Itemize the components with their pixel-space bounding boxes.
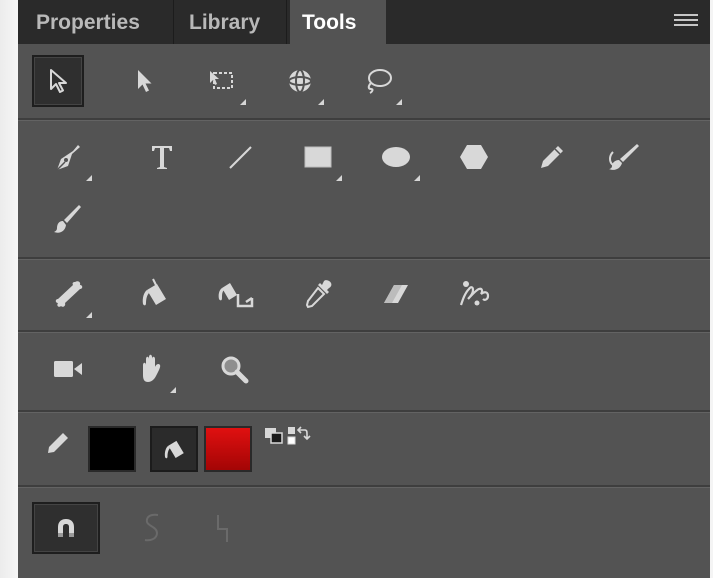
line-tool-button[interactable] — [214, 131, 266, 183]
eraser-tool-button[interactable] — [370, 268, 422, 320]
snap-to-objects-button[interactable] — [32, 502, 100, 554]
tab-library[interactable]: Library — [177, 0, 272, 44]
paint-bucket-icon — [142, 278, 166, 306]
pencil-icon — [48, 433, 68, 453]
black-white-button[interactable] — [262, 424, 286, 448]
paint-brush-tool-button[interactable] — [598, 131, 650, 183]
submenu-indicator-icon — [336, 175, 342, 181]
text-tool-button[interactable] — [136, 131, 188, 183]
tools-panel: Properties Library Tools — [18, 0, 710, 578]
pencil-tool-button[interactable] — [526, 131, 578, 183]
panel-tab-bar: Properties Library Tools — [18, 0, 710, 44]
hand-tool-button[interactable] — [126, 343, 178, 395]
zoom-tool-button[interactable] — [208, 343, 260, 395]
subselection-tool-button[interactable] — [118, 55, 170, 107]
smooth-button[interactable] — [126, 502, 178, 554]
submenu-indicator-icon — [318, 99, 324, 105]
arrow-filled-icon — [138, 70, 152, 92]
width-tool-button[interactable] — [210, 268, 262, 320]
3d-rotation-icon — [288, 69, 312, 93]
brush-icon — [54, 205, 81, 233]
eyedropper-tool-button[interactable] — [292, 268, 344, 320]
pencil-icon — [541, 146, 563, 168]
submenu-indicator-icon — [240, 99, 246, 105]
straighten-line-icon — [217, 515, 228, 542]
oval-tool-button[interactable] — [370, 131, 422, 183]
tab-separator — [286, 0, 287, 44]
asset-warp-icon — [459, 281, 490, 306]
fill-color-control[interactable] — [150, 426, 198, 472]
arrow-outline-icon — [50, 69, 67, 93]
hexagon-icon — [460, 145, 488, 169]
eraser-icon — [384, 285, 408, 303]
swap-colors-button[interactable] — [286, 424, 311, 448]
hand-icon — [143, 354, 161, 382]
stroke-color-fill — [90, 428, 134, 470]
submenu-indicator-icon — [414, 175, 420, 181]
oval-icon — [382, 147, 410, 167]
section-divider — [18, 118, 710, 121]
rectangle-icon — [304, 146, 332, 168]
submenu-indicator-icon — [86, 312, 92, 318]
paint-brush-icon — [609, 144, 639, 170]
3d-rotation-tool-button[interactable] — [274, 55, 326, 107]
tab-tools[interactable]: Tools — [290, 0, 386, 44]
stroke-color-control[interactable] — [38, 420, 78, 466]
section-divider — [18, 330, 710, 333]
submenu-indicator-icon — [396, 99, 402, 105]
smooth-curve-icon — [144, 513, 159, 542]
magnet-icon — [58, 519, 74, 537]
fill-color-swatch[interactable] — [204, 426, 252, 472]
section-divider — [18, 485, 710, 488]
black-white-icon — [265, 428, 283, 444]
polystar-tool-button[interactable] — [448, 131, 500, 183]
camera-tool-button[interactable] — [42, 343, 94, 395]
pen-tool-button[interactable] — [42, 131, 94, 183]
asset-warp-tool-button[interactable] — [448, 268, 500, 320]
tab-properties[interactable]: Properties — [24, 0, 152, 44]
free-transform-icon — [210, 71, 233, 89]
swap-colors-icon — [287, 426, 311, 445]
selection-tool-button[interactable] — [32, 55, 84, 107]
rectangle-tool-button[interactable] — [292, 131, 344, 183]
stroke-color-swatch[interactable] — [88, 426, 136, 472]
line-icon — [229, 146, 252, 169]
paint-bucket-icon — [164, 440, 184, 459]
ink-bottle-icon — [218, 283, 254, 308]
brush-tool-button[interactable] — [42, 193, 94, 245]
section-divider — [18, 410, 710, 413]
bone-icon — [55, 281, 83, 307]
tab-separator — [173, 0, 174, 44]
bone-tool-button[interactable] — [42, 268, 94, 320]
submenu-indicator-icon — [170, 387, 176, 393]
paint-bucket-tool-button[interactable] — [128, 268, 180, 320]
lasso-tool-button[interactable] — [352, 55, 404, 107]
straighten-button[interactable] — [196, 502, 248, 554]
fill-color-fill — [206, 428, 250, 470]
video-camera-icon — [54, 361, 82, 377]
lasso-icon — [367, 69, 392, 94]
magnifier-icon — [221, 356, 249, 384]
text-t-icon — [152, 146, 172, 169]
free-transform-tool-button[interactable] — [196, 55, 248, 107]
panel-menu-icon[interactable] — [674, 14, 698, 30]
section-divider — [18, 257, 710, 260]
eyedropper-icon — [305, 280, 332, 309]
pen-nib-icon — [56, 145, 80, 171]
submenu-indicator-icon — [86, 175, 92, 181]
